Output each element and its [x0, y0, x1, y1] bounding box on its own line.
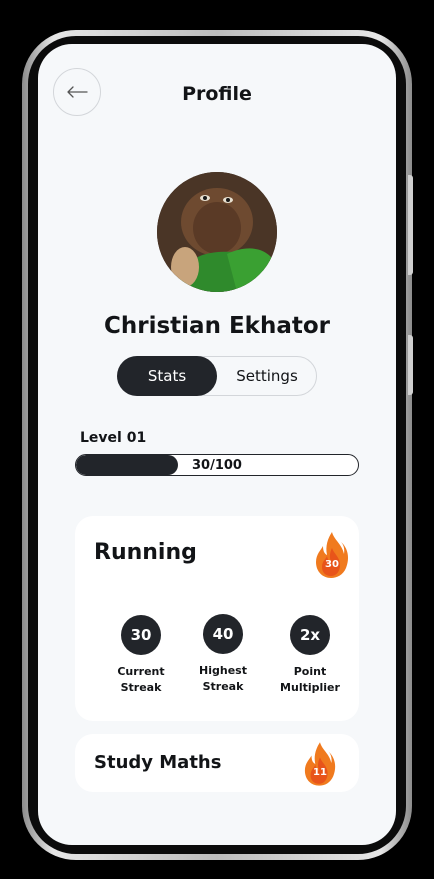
stat-label: Highest Streak [199, 664, 247, 693]
habit-card-study-maths[interactable]: Study Maths 11 [75, 734, 359, 792]
avatar [157, 172, 277, 292]
profile-tabs: Stats Settings [117, 356, 317, 396]
stat-label: Point Multiplier [280, 665, 340, 694]
progress-text: 30/100 [192, 457, 242, 473]
stat-highest-streak: 40 Highest Streak [183, 614, 263, 695]
habit-title: Running [94, 540, 197, 565]
level-progress-bar: 30/100 [75, 454, 359, 476]
stat-point-multiplier: 2x Point Multiplier [270, 615, 350, 696]
page-title: Profile [182, 83, 252, 105]
tab-stats[interactable]: Stats [117, 356, 217, 396]
power-button [408, 335, 413, 395]
user-name: Christian Ekhator [104, 313, 330, 339]
stat-value: 30 [121, 615, 161, 655]
stat-value: 2x [290, 615, 330, 655]
streak-badge-number: 30 [325, 559, 339, 570]
stat-label: Current Streak [117, 665, 165, 694]
flame-icon: 11 [303, 740, 337, 786]
habit-title: Study Maths [94, 752, 222, 773]
flame-icon: 30 [314, 530, 350, 578]
volume-button [408, 175, 413, 275]
stat-current-streak: 30 Current Streak [101, 615, 181, 696]
level-label: Level 01 [80, 430, 147, 446]
tab-settings[interactable]: Settings [217, 356, 317, 396]
stat-value: 40 [203, 614, 243, 654]
streak-badge-number: 11 [313, 767, 327, 778]
app-screen: Profile Christian Ekhator Stats Settings… [38, 44, 396, 845]
habit-card-running[interactable]: Running 30 30 Current Streak 40 Highest St… [75, 516, 359, 721]
